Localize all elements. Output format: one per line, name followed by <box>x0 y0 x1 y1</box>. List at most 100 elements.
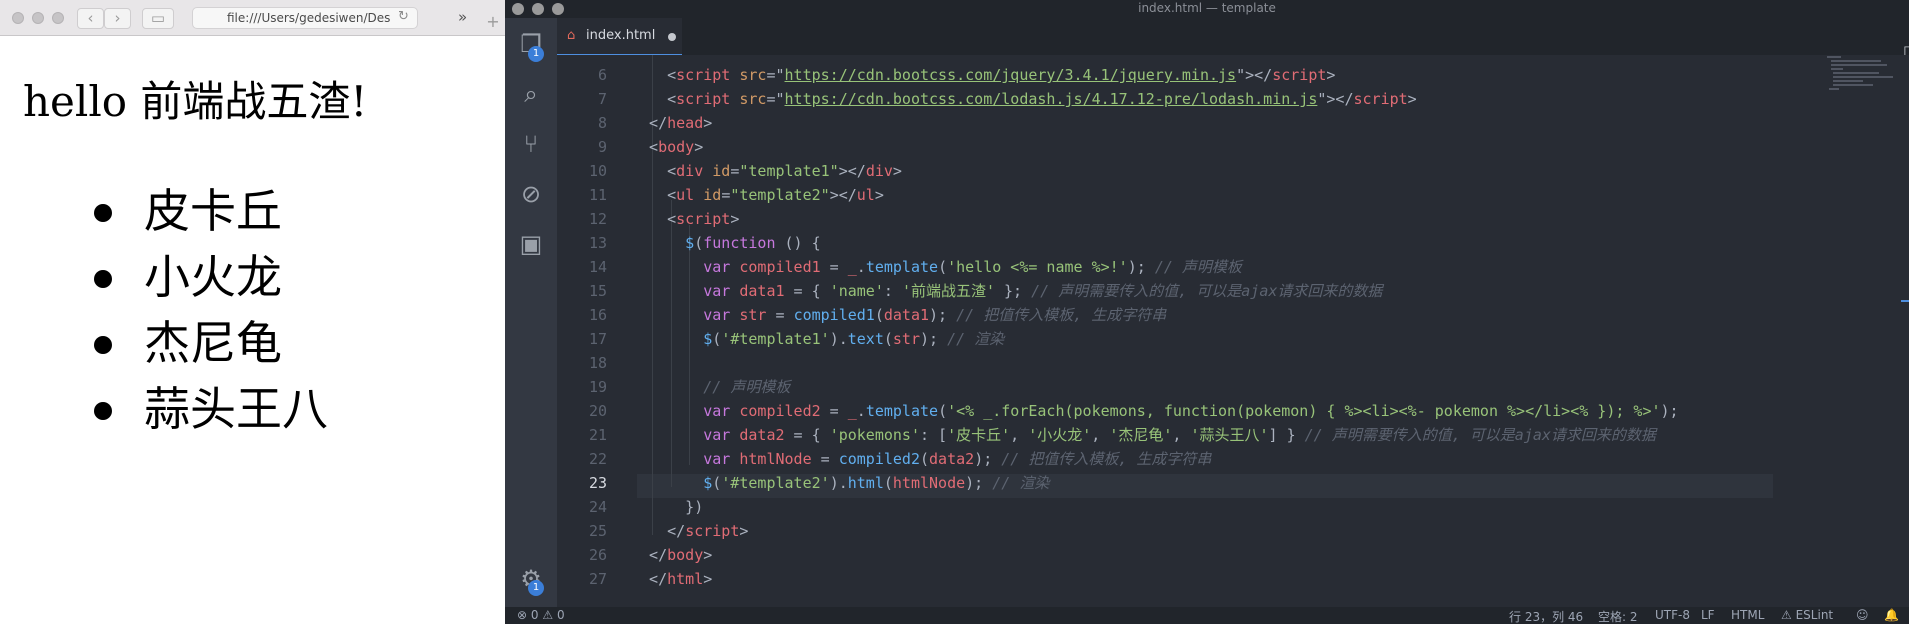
code-token: script <box>676 66 731 84</box>
code-token: < <box>631 66 677 84</box>
code-line[interactable]: 9 <body> <box>557 135 1807 159</box>
new-tab-icon[interactable]: + <box>483 12 503 32</box>
bell-icon[interactable]: 🔔 <box>1884 608 1899 622</box>
line-number: 18 <box>588 354 607 372</box>
code-token: ); <box>965 474 993 492</box>
code-line[interactable]: 14 var compiled1 = _.template('hello <%=… <box>557 255 1807 279</box>
settings-badge: 1 <box>528 580 544 596</box>
explorer-badge: 1 <box>528 46 544 62</box>
error-icon: ⊗ <box>517 608 528 622</box>
code-token: html <box>667 570 704 588</box>
code-line[interactable]: 11 <ul id="template2"></ul> <box>557 183 1807 207</box>
sidebar-toggle-button[interactable]: ▭ <box>142 8 174 29</box>
code-token: : <box>883 282 902 300</box>
code-token: 'name' <box>829 282 884 300</box>
eslint-status[interactable]: ⚠ ESLint <box>1781 608 1833 622</box>
code-line[interactable]: 7 <script src="https://cdn.bootcss.com/l… <box>557 87 1807 111</box>
code-token: var <box>631 450 731 468</box>
code-line[interactable]: 21 var data2 = { 'pokemons': ['皮卡丘', '小火… <box>557 423 1807 447</box>
line-number: 14 <box>588 258 607 276</box>
forward-button[interactable]: › <box>104 8 131 29</box>
code-line[interactable]: 16 var str = compiled1(data1); // 把值传入模板… <box>557 303 1807 327</box>
code-token: ] } <box>1268 426 1305 444</box>
code-token: =" <box>766 66 785 84</box>
more-chevrons-icon[interactable]: » <box>458 8 467 26</box>
code-token: ( <box>920 450 930 468</box>
code-token: script <box>676 210 731 228</box>
code-line[interactable]: 18 <box>557 351 1807 375</box>
reload-icon[interactable]: ↻ <box>398 9 414 25</box>
encoding[interactable]: UTF-8 <box>1655 608 1690 622</box>
feedback-icon[interactable]: ☺ <box>1856 608 1869 622</box>
code-editor[interactable]: 6 <script src="https://cdn.bootcss.com/j… <box>557 55 1909 607</box>
list-item: 皮卡丘 <box>94 178 328 244</box>
tab-index-html[interactable]: ⌂ index.html <box>557 18 682 55</box>
code-token: template <box>865 258 939 276</box>
back-button[interactable]: ‹ <box>77 8 104 29</box>
code-token: ul <box>856 186 875 204</box>
code-token: data2 <box>929 450 975 468</box>
code-line[interactable]: 24 }) <box>557 495 1807 519</box>
unsaved-dot-icon[interactable] <box>668 33 676 41</box>
line-number: 6 <box>597 66 607 84</box>
code-line[interactable]: 6 <script src="https://cdn.bootcss.com/j… <box>557 63 1807 87</box>
sidebar-icon: ▭ <box>150 9 166 27</box>
code-line[interactable]: 13 $(function () { <box>557 231 1807 255</box>
code-token: > <box>694 138 704 156</box>
line-number: 25 <box>588 522 607 540</box>
code-token: data1 <box>883 306 930 324</box>
extensions-icon[interactable]: ▣ <box>515 228 547 260</box>
code-line[interactable]: 23 $('#template2').html(htmlNode); // 渲染 <box>557 471 1807 495</box>
code-line[interactable]: 19 // 声明模板 <box>557 375 1807 399</box>
end-of-line[interactable]: LF <box>1701 608 1715 622</box>
code-token: </ <box>631 570 668 588</box>
code-line[interactable]: 10 <div id="template1"></div> <box>557 159 1807 183</box>
indentation[interactable]: 空格: 2 <box>1598 608 1638 625</box>
html-file-icon: ⌂ <box>567 28 576 43</box>
code-line[interactable]: 22 var htmlNode = compiled2(data2); // 把… <box>557 447 1807 471</box>
language-mode[interactable]: HTML <box>1731 608 1764 622</box>
source-control-icon[interactable]: ⑂ <box>515 128 547 160</box>
code-line[interactable]: 26 </body> <box>557 543 1807 567</box>
code-line[interactable]: 25 </script> <box>557 519 1807 543</box>
code-token: function <box>703 234 776 252</box>
minimap[interactable] <box>1827 55 1907 607</box>
line-number: 12 <box>588 210 607 228</box>
code-token: // 把值传入模板, 生成字符串 <box>1001 450 1212 468</box>
code-line[interactable]: 12 <script> <box>557 207 1807 231</box>
bullet-icon <box>94 270 112 288</box>
line-number: 10 <box>588 162 607 180</box>
cursor-position[interactable]: 行 23，列 46 <box>1509 608 1583 625</box>
search-icon[interactable]: ⌕ <box>515 78 547 110</box>
debug-icon[interactable]: ⊘ <box>515 178 547 210</box>
code-token: htmlNode <box>739 450 812 468</box>
code-token: text <box>847 330 884 348</box>
code-token: var <box>631 426 731 444</box>
problems-indicator[interactable]: ⊗ 0 ⚠ 0 <box>517 608 565 622</box>
code-token: "template1" <box>739 162 839 180</box>
code-token: head <box>667 114 704 132</box>
code-token: > <box>730 210 740 228</box>
zoom-window-button[interactable] <box>52 12 64 24</box>
code-line[interactable]: 17 $('#template1').text(str); // 渲染 <box>557 327 1807 351</box>
minimize-window-button[interactable] <box>32 12 44 24</box>
code-token: id <box>712 162 731 180</box>
code-token: ul <box>676 186 695 204</box>
line-number: 16 <box>588 306 607 324</box>
close-window-button[interactable] <box>12 12 24 24</box>
code-token: // 声明模板 <box>631 378 791 396</box>
line-number: 26 <box>588 546 607 564</box>
code-line[interactable]: 20 var compiled2 = _.template('<% _.forE… <box>557 399 1807 423</box>
address-bar[interactable]: file:///Users/gedesiwen/Des <box>192 7 418 29</box>
code-line[interactable]: 15 var data1 = { 'name': '前端战五渣' }; // 声… <box>557 279 1807 303</box>
code-line[interactable]: 27 </html> <box>557 567 1807 591</box>
line-number: 27 <box>588 570 607 588</box>
code-token: ( <box>883 330 893 348</box>
code-token: // 把值传入模板, 生成字符串 <box>956 306 1167 324</box>
code-token: script <box>685 522 740 540</box>
code-token: data2 <box>739 426 785 444</box>
code-token: ( <box>883 474 893 492</box>
code-line[interactable]: 8 </head> <box>557 111 1807 135</box>
code-token: > <box>892 162 902 180</box>
code-token: </ <box>631 114 668 132</box>
